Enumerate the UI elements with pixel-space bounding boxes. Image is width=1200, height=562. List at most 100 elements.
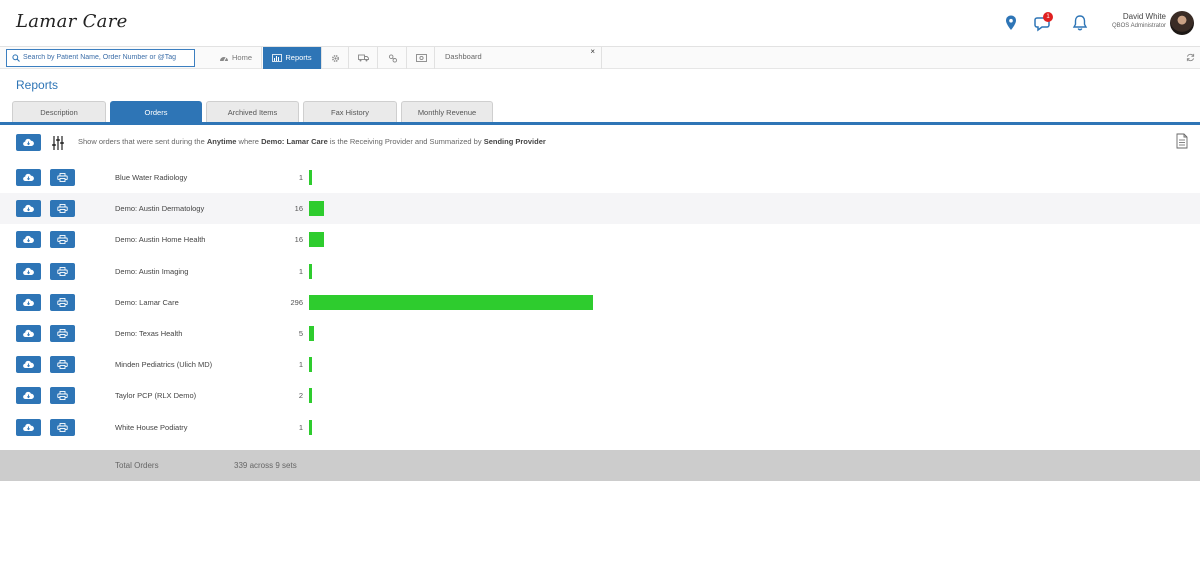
tab-monthly-revenue[interactable]: Monthly Revenue — [401, 101, 493, 124]
cloud-download-icon — [23, 267, 34, 275]
delivery-button[interactable] — [350, 47, 378, 69]
order-count: 1 — [298, 173, 303, 182]
table-row: Blue Water Radiology 1 — [0, 162, 1200, 193]
app-logo[interactable]: Lamar Care — [16, 11, 128, 32]
search-input[interactable] — [23, 54, 191, 61]
provider-name[interactable]: Blue Water Radiology — [115, 173, 187, 182]
home-label: Home — [231, 53, 252, 62]
link-icon — [388, 53, 397, 63]
row-print-button[interactable] — [50, 387, 75, 405]
print-icon — [57, 360, 68, 370]
row-print-button[interactable] — [50, 231, 75, 249]
row-print-button[interactable] — [50, 200, 75, 218]
tab-description[interactable]: Description — [12, 101, 106, 124]
row-download-button[interactable] — [16, 325, 41, 342]
total-label: Total Orders — [115, 461, 159, 470]
provider-name[interactable]: Demo: Lamar Care — [115, 298, 179, 307]
provider-name[interactable]: White House Podiatry — [115, 423, 188, 432]
print-icon — [57, 266, 68, 276]
download-all-button[interactable] — [16, 134, 41, 151]
table-row: Minden Pediatrics (Ulich MD) 1 — [0, 349, 1200, 380]
billing-button[interactable] — [408, 47, 435, 69]
print-icon — [57, 422, 68, 432]
row-download-button[interactable] — [16, 200, 41, 218]
provider-name[interactable]: Demo: Austin Imaging — [115, 267, 188, 276]
avatar[interactable] — [1170, 11, 1194, 35]
cloud-download-icon — [23, 329, 34, 338]
row-download-button[interactable] — [16, 293, 41, 311]
row-print-button[interactable] — [50, 325, 75, 342]
toolbar: Home Reports Dashboard — [0, 47, 1200, 69]
location-pin-icon[interactable] — [1002, 14, 1020, 32]
tab-fax-history[interactable]: Fax History — [303, 101, 397, 124]
filter-mid2: is the Receiving Provider and Summarized… — [329, 137, 482, 146]
cloud-download-icon — [23, 173, 34, 182]
order-bar — [309, 170, 312, 185]
table-row: Demo: Austin Dermatology 16 — [0, 193, 1200, 225]
cloud-download-icon — [23, 361, 34, 369]
provider-name[interactable]: Demo: Austin Home Health — [115, 235, 205, 244]
order-count: 1 — [298, 422, 303, 432]
filter-sliders-icon[interactable] — [51, 135, 65, 151]
table-row: Demo: Texas Health 5 — [0, 318, 1200, 349]
user-name[interactable]: David White — [1123, 12, 1166, 21]
filter-description: Show orders that were sent during the An… — [78, 137, 546, 146]
filter-provider[interactable]: Demo: Lamar Care — [261, 137, 328, 146]
refresh-icon[interactable] — [1186, 53, 1195, 62]
row-print-button[interactable] — [50, 418, 75, 436]
tab-dashboard[interactable]: Dashboard × — [435, 47, 602, 69]
row-print-button[interactable] — [50, 356, 75, 374]
links-button[interactable] — [379, 47, 407, 69]
close-icon[interactable]: × — [590, 42, 595, 62]
provider-name[interactable]: Minden Pediatrics (Ulich MD) — [115, 360, 212, 369]
truck-icon — [358, 54, 369, 62]
order-bar — [309, 201, 325, 217]
order-bar — [309, 232, 325, 248]
tab-archived-items[interactable]: Archived Items — [206, 101, 299, 124]
order-bar — [309, 326, 314, 341]
cloud-download-icon — [23, 205, 34, 213]
home-button[interactable]: Home — [210, 47, 262, 69]
dashboard-gauge-icon — [219, 57, 228, 62]
row-download-button[interactable] — [16, 262, 41, 280]
order-bar — [309, 388, 312, 404]
provider-name[interactable]: Demo: Texas Health — [115, 329, 182, 338]
tab-orders[interactable]: Orders — [110, 101, 202, 124]
cloud-download-icon — [23, 423, 34, 431]
print-icon — [57, 204, 68, 214]
filter-summary[interactable]: Sending Provider — [484, 137, 546, 146]
print-icon — [57, 297, 68, 307]
row-print-button[interactable] — [50, 293, 75, 311]
search-box[interactable] — [6, 49, 195, 67]
total-value: 339 across 9 sets — [234, 461, 297, 470]
cloud-download-icon — [23, 138, 34, 147]
filter-mid1: where — [238, 137, 259, 146]
row-download-button[interactable] — [16, 418, 41, 436]
order-count: 2 — [298, 391, 303, 401]
print-icon — [57, 235, 68, 245]
table-row: Demo: Lamar Care 296 — [0, 287, 1200, 318]
filter-period[interactable]: Anytime — [207, 137, 237, 146]
row-download-button[interactable] — [16, 169, 41, 186]
cloud-download-icon — [23, 236, 34, 244]
row-download-button[interactable] — [16, 356, 41, 374]
order-count: 1 — [298, 266, 303, 276]
provider-name[interactable]: Taylor PCP (RLX Demo) — [115, 391, 196, 400]
table-row: Demo: Austin Home Health 16 — [0, 224, 1200, 255]
document-icon[interactable] — [1175, 133, 1189, 149]
table-row: White House Podiatry 1 — [0, 412, 1200, 443]
table-row: Demo: Austin Imaging 1 — [0, 256, 1200, 287]
order-count: 1 — [298, 360, 303, 370]
reports-button[interactable]: Reports — [263, 47, 322, 69]
bell-icon[interactable] — [1071, 14, 1089, 32]
table-row: Taylor PCP (RLX Demo) 2 — [0, 380, 1200, 411]
reports-label: Reports — [285, 53, 312, 62]
row-download-button[interactable] — [16, 231, 41, 249]
print-icon — [57, 391, 68, 401]
order-bar — [309, 419, 312, 435]
provider-name[interactable]: Demo: Austin Dermatology — [115, 204, 204, 213]
row-download-button[interactable] — [16, 387, 41, 405]
row-print-button[interactable] — [50, 169, 75, 186]
row-print-button[interactable] — [50, 262, 75, 280]
settings-button[interactable] — [323, 47, 349, 69]
